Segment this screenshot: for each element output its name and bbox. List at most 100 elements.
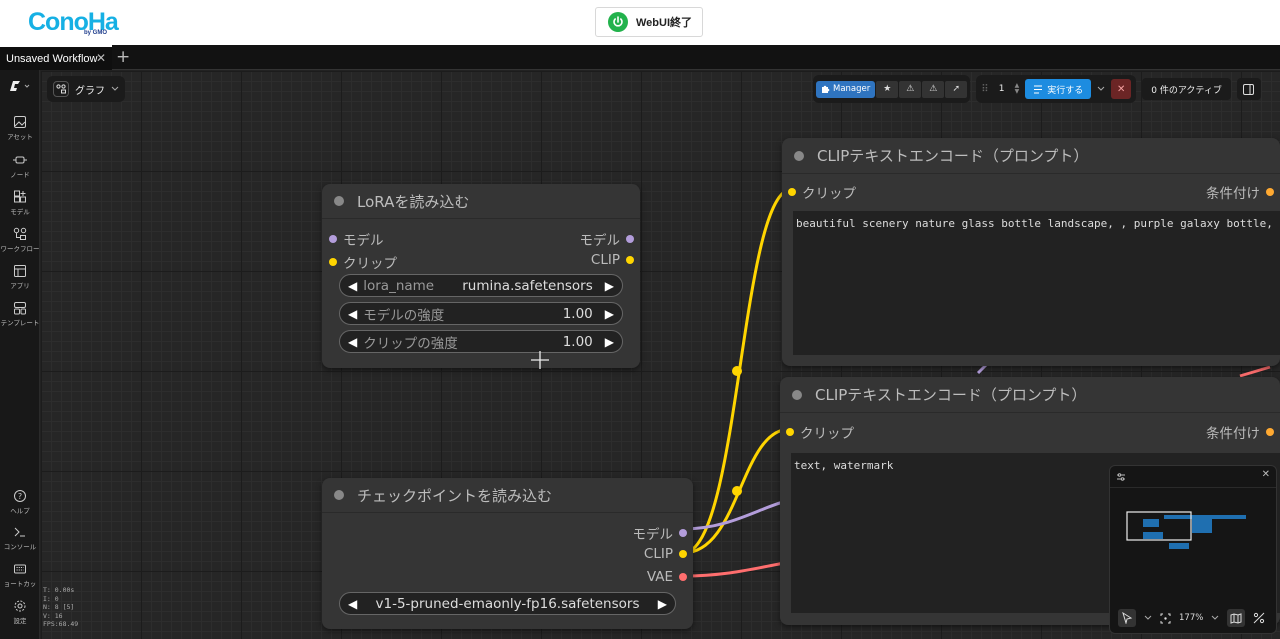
fit-view-icon[interactable] [1160,613,1171,624]
slot-label: クリップ [800,426,854,442]
slot-dot[interactable] [679,573,687,581]
slot-dot[interactable] [1266,188,1274,196]
link-partial [1239,365,1271,378]
chevron-down-icon[interactable] [1097,86,1105,92]
bookmark-button[interactable]: ⚠ [899,80,922,98]
node-title-bar[interactable]: CLIPテキストエンコード（プロンプト） [782,138,1280,174]
right-arrow-icon[interactable]: ▶ [605,335,614,349]
node-title: CLIPテキストエンコード（プロンプト） [817,147,1089,165]
output-slot-vae[interactable]: VAE [647,569,687,585]
link-visibility-icon[interactable] [1253,612,1265,624]
input-slot-clip[interactable]: クリップ [329,252,397,272]
left-arrow-icon[interactable]: ◀ [348,279,357,293]
slot-dot[interactable] [329,258,337,266]
logo-sub: by GMO [84,30,108,36]
output-slot-conditioning[interactable]: 条件付け [1206,182,1274,202]
collapse-dot[interactable] [334,196,344,206]
share-button[interactable]: ➚ [945,80,968,98]
collapse-dot[interactable] [334,490,344,500]
minimap[interactable]: ✕ 177% [1109,465,1277,634]
chevron-down-icon[interactable] [1144,615,1152,621]
active-queue-button[interactable]: 0 件のアクティブ [1142,78,1231,100]
collapse-dot[interactable] [794,150,804,161]
webui-stop-label: WebUI終了 [636,17,693,29]
widget-value: rumina.safetensors [462,277,593,294]
cancel-run-button[interactable]: ✕ [1111,79,1132,99]
left-arrow-icon[interactable]: ◀ [348,597,357,611]
top-toolbar: Manager ★ ⚠ ⚠ ➚ ⠿ 1 ▲ ▼ 実行する ✕ 0 件のアクティブ [813,74,1261,104]
widget-label: lora_name [363,277,435,294]
output-slot-model[interactable]: モデル [580,229,634,249]
clip-text-encode-positive-node[interactable]: CLIPテキストエンコード（プロンプト） クリップ 条件付け beautiful… [782,138,1280,366]
collapse-dot[interactable] [792,389,802,400]
chevron-down-icon[interactable] [1211,615,1219,621]
slot-label: CLIP [643,546,673,562]
output-slot-clip[interactable]: CLIP [644,546,687,562]
slot-dot[interactable] [329,235,337,243]
input-slot-model[interactable]: モデル [329,229,384,249]
comfyui-app: Unsaved Workflow ✕ + アセット ノード モデル ワークフロー… [0,45,1280,639]
run-button[interactable]: 実行する [1025,79,1092,99]
zoom-level[interactable]: 177% [1179,613,1203,623]
star-button[interactable]: ★ [876,80,899,98]
warning-button[interactable]: ⚠ [922,80,945,98]
output-slot-model[interactable]: モデル [633,523,687,543]
left-arrow-icon[interactable]: ◀ [348,335,357,349]
node-title-bar[interactable]: CLIPテキストエンコード（プロンプト） [780,377,1280,413]
graph-menu-label: グラフ [75,85,105,97]
top-bar: ConoHa by GMO WebUI終了 [0,0,1280,45]
left-arrow-icon[interactable]: ◀ [348,307,357,321]
toggle-minimap-button[interactable] [1227,609,1246,627]
right-arrow-icon[interactable]: ▶ [605,279,614,293]
puzzle-icon [822,85,830,93]
ckpt-name-combo[interactable]: ◀ v1-5-pruned-emaonly-fp16.safetensors ▶ [339,592,676,615]
graph-menu-button[interactable]: グラフ [47,76,125,102]
power-icon [608,12,628,32]
crosshair-cursor-icon [531,351,549,369]
slot-label: 条件付け [1206,186,1260,202]
input-slot-clip[interactable]: クリップ [786,422,854,442]
manager-button[interactable]: Manager [816,80,876,98]
triangle-icon: ⚠ [929,84,938,94]
queue-count-input[interactable]: 1 [995,84,1009,94]
slot-dot[interactable] [1266,428,1274,436]
input-slot-clip[interactable]: クリップ [788,182,856,202]
toggle-panel-button[interactable] [1236,78,1261,100]
stepper-icon[interactable]: ▲ ▼ [1015,83,1020,95]
clip-strength-input[interactable]: ◀ クリップの強度 1.00 ▶ [339,330,623,353]
model-link[interactable] [682,498,791,531]
slot-label: モデル [343,233,384,249]
slot-dot[interactable] [679,529,687,537]
select-tool-button[interactable] [1118,609,1136,627]
link-midpoint[interactable] [732,486,742,496]
manager-group: Manager ★ ⚠ ⚠ ➚ [813,75,971,103]
node-title-bar[interactable]: LoRAを読み込む [322,184,640,219]
drag-handle-icon[interactable]: ⠿ [981,84,988,95]
slot-label: CLIP [590,252,620,268]
webui-stop-button[interactable]: WebUI終了 [595,7,703,37]
lora-name-combo[interactable]: ◀ lora_name rumina.safetensors ▶ [339,274,623,297]
graph-icon [53,81,69,97]
node-title-bar[interactable]: チェックポイントを読み込む [322,478,693,513]
sliders-icon[interactable] [1116,472,1126,482]
lora-loader-node[interactable]: LoRAを読み込む モデル クリップ モデル CLIP ◀ lora_name ru… [322,184,640,368]
link-midpoint[interactable] [732,366,742,376]
slot-dot[interactable] [786,428,794,436]
slot-dot[interactable] [626,235,634,243]
right-arrow-icon[interactable]: ▶ [605,307,614,321]
prompt-textarea[interactable]: beautiful scenery nature glass bottle la… [793,211,1280,355]
output-slot-conditioning[interactable]: 条件付け [1206,422,1274,442]
output-slot-clip[interactable]: CLIP [591,252,634,268]
right-arrow-icon[interactable]: ▶ [658,597,667,611]
slot-dot[interactable] [679,550,687,558]
slot-label: VAE [646,569,673,585]
vae-link[interactable] [682,560,791,578]
close-minimap-icon[interactable]: ✕ [1262,469,1270,480]
checkpoint-loader-node[interactable]: チェックポイントを読み込む モデル CLIP VAE ◀ v1-5-pruned-… [322,478,693,629]
close-icon: ✕ [1117,83,1126,95]
model-strength-input[interactable]: ◀ モデルの強度 1.00 ▶ [339,302,623,325]
slot-dot[interactable] [788,188,796,196]
minimap-header: ✕ [1110,466,1276,488]
slot-label: クリップ [802,186,856,202]
slot-dot[interactable] [626,256,634,264]
